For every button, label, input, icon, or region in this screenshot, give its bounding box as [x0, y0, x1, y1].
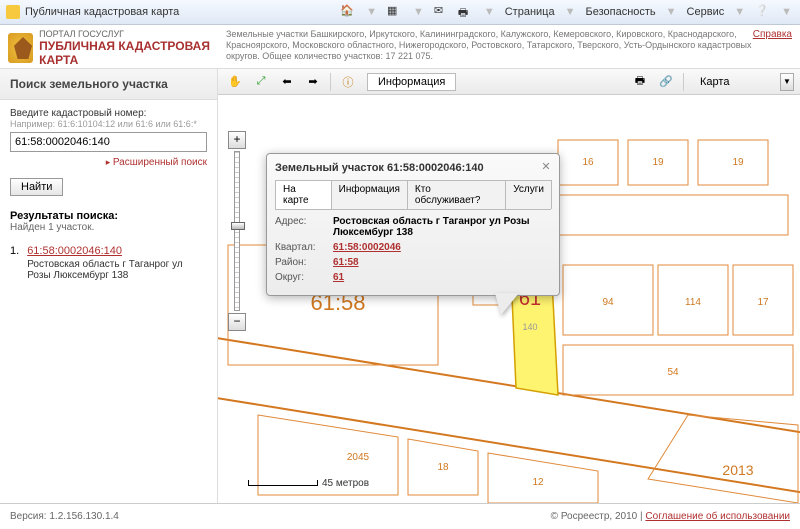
browser-tab[interactable]: Публичная кадастровая карта — [6, 5, 179, 19]
print-icon[interactable]: 🖶 — [458, 4, 474, 20]
popup-title: Земельный участок 61:58:0002046:140 — [275, 162, 551, 174]
menu-service[interactable]: Сервис — [687, 6, 725, 18]
mail-icon[interactable]: ✉ — [434, 4, 450, 20]
page-title: ПУБЛИЧНАЯ КАДАСТРОВАЯ КАРТА — [39, 39, 218, 67]
result-link[interactable]: 61:58:0002046:140 — [27, 245, 122, 257]
help-icon[interactable]: ❔ — [755, 4, 771, 20]
help-link[interactable]: Справка — [753, 29, 792, 40]
kvartal-link[interactable]: 61:58:0002046 — [333, 242, 401, 253]
input-hint: Например: 61:6:10104:12 или 61:6 или 61:… — [10, 119, 207, 129]
browser-toolbar: 🏠 ▼ ▦ ▼ ✉ 🖶 ▼ Страница▼ Безопасность▼ Се… — [340, 4, 794, 20]
back-icon[interactable]: ⬅ — [276, 72, 298, 92]
svg-text:17: 17 — [757, 297, 769, 308]
search-header: Поиск земельного участка — [0, 69, 217, 100]
results-count: Найден 1 участок. — [10, 222, 207, 233]
svg-text:12: 12 — [532, 477, 544, 488]
zoom-track[interactable] — [234, 151, 240, 311]
tab-info[interactable]: Информация — [331, 180, 408, 209]
result-number: 1. — [10, 245, 19, 281]
tab-services[interactable]: Услуги — [505, 180, 552, 209]
popup-tail-icon — [495, 293, 519, 315]
scale-bar: 45 метров — [248, 478, 369, 489]
logo-icon — [8, 33, 33, 63]
link-icon[interactable]: 🔗 — [655, 72, 677, 92]
feed-icon[interactable]: ▦ — [387, 4, 403, 20]
map-canvas[interactable]: 61:58 61 :046 140 16 19 19 14 94 17 114 … — [218, 95, 800, 503]
svg-text:19: 19 — [732, 157, 744, 168]
result-address: Ростовская область г Таганрог ул Розы Лю… — [27, 259, 207, 281]
svg-text:94: 94 — [602, 297, 614, 308]
find-button[interactable]: Найти — [10, 178, 63, 196]
svg-text:2045: 2045 — [347, 452, 370, 463]
svg-text:54: 54 — [667, 367, 679, 378]
zoom-in-button[interactable]: + — [228, 131, 246, 149]
list-item: 1. 61:58:0002046:140 Ростовская область … — [10, 245, 207, 281]
home-icon[interactable]: 🏠 — [340, 4, 356, 20]
forward-icon[interactable]: ➡ — [302, 72, 324, 92]
svg-text:140: 140 — [522, 322, 537, 332]
version-label: Версия: 1.2.156.130.1.4 — [10, 511, 119, 522]
header-description: Земельные участки Башкирского, Иркутског… — [218, 29, 753, 61]
results-title: Результаты поиска: — [10, 210, 207, 222]
zoom-handle[interactable] — [231, 222, 245, 230]
layer-select[interactable]: Карта — [696, 75, 776, 89]
zoombox-icon[interactable]: ⤢ — [250, 72, 272, 92]
svg-text:2013: 2013 — [722, 462, 753, 478]
advanced-search-link[interactable]: Расширенный поиск — [106, 157, 207, 168]
rayon-link[interactable]: 61:58 — [333, 257, 359, 268]
copyright: © Росреестр, 2010 — [551, 511, 638, 522]
tab-who[interactable]: Кто обслуживает? — [407, 180, 506, 209]
print-map-icon[interactable]: 🖶 — [629, 72, 651, 92]
favicon-icon — [6, 5, 20, 19]
map-toolbar: ✋ ⤢ ⬅ ➡ ⓘ Информация 🖶 🔗 Карта ▼ — [218, 69, 800, 95]
addr-value: Ростовская область г Таганрог ул Розы Лю… — [333, 216, 551, 238]
cadastral-input[interactable] — [10, 132, 207, 152]
tab-onmap[interactable]: На карте — [275, 180, 332, 209]
sidebar: Поиск земельного участка Введите кадастр… — [0, 69, 218, 503]
pan-icon[interactable]: ✋ — [224, 72, 246, 92]
footer: Версия: 1.2.156.130.1.4 © Росреестр, 201… — [0, 503, 800, 529]
menu-safety[interactable]: Безопасность — [585, 6, 655, 18]
menu-page[interactable]: Страница — [505, 6, 555, 18]
rayon-label: Район: — [275, 257, 333, 268]
chevron-down-icon[interactable]: ▼ — [780, 73, 794, 91]
tab-title: Публичная кадастровая карта — [25, 6, 179, 18]
map-area: ✋ ⤢ ⬅ ➡ ⓘ Информация 🖶 🔗 Карта ▼ — [218, 69, 800, 503]
browser-bar: Публичная кадастровая карта 🏠 ▼ ▦ ▼ ✉ 🖶 … — [0, 0, 800, 25]
info-tab[interactable]: Информация — [367, 73, 456, 91]
parcel-popup: ✕ Земельный участок 61:58:0002046:140 На… — [266, 153, 560, 296]
okrug-label: Округ: — [275, 272, 333, 283]
scale-label: 45 метров — [322, 478, 369, 489]
svg-text:18: 18 — [437, 462, 449, 473]
zoom-slider: + − — [228, 131, 246, 331]
svg-text:114: 114 — [685, 297, 701, 308]
header: ПОРТАЛ ГОСУСЛУГ ПУБЛИЧНАЯ КАДАСТРОВАЯ КА… — [0, 25, 800, 69]
addr-label: Адрес: — [275, 216, 333, 238]
terms-link[interactable]: Соглашение об использовании — [645, 511, 790, 522]
input-label: Введите кадастровый номер: — [10, 108, 207, 119]
kvartal-label: Квартал: — [275, 242, 333, 253]
close-icon[interactable]: ✕ — [539, 160, 553, 174]
okrug-link[interactable]: 61 — [333, 272, 344, 283]
portal-label: ПОРТАЛ ГОСУСЛУГ — [39, 29, 218, 39]
identify-icon[interactable]: ⓘ — [337, 72, 359, 92]
svg-text:19: 19 — [652, 157, 664, 168]
svg-text:16: 16 — [582, 157, 594, 168]
zoom-out-button[interactable]: − — [228, 313, 246, 331]
